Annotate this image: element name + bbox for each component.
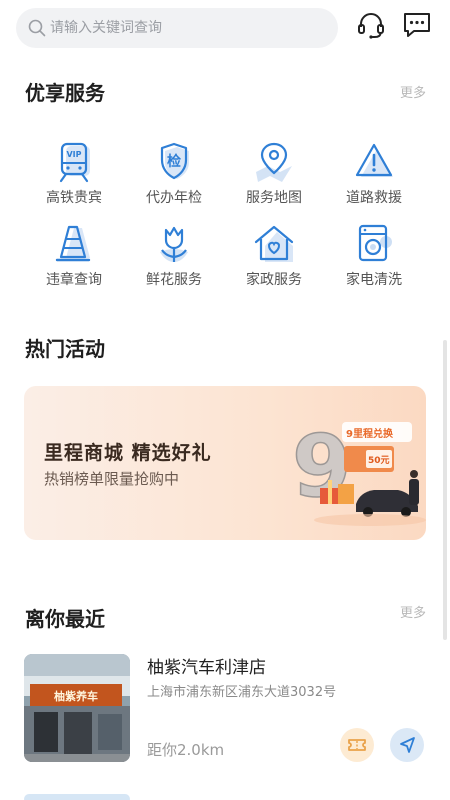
svg-text:检: 检 [167,153,181,170]
banner-coupon-text: 50元 [368,455,390,466]
coupon-button[interactable] [340,728,374,762]
nearby-more-link[interactable]: 更多 [400,605,426,623]
service-item-flowers[interactable]: 鲜花服务 [124,222,224,289]
message-icon[interactable] [402,10,432,40]
services-title: 优享服务 [25,81,105,105]
search-placeholder: 请输入关键词查询 [50,20,162,36]
flower-icon [160,226,188,262]
map-pin-icon [256,142,292,182]
service-label: 家政服务 [246,272,302,288]
banner-subtitle: 热销榜单限量抢购中 [44,470,180,488]
next-store-card-peek [24,794,130,800]
store-photo: 柚紫养车 [24,654,130,762]
service-item-train-vip[interactable]: VIP 高铁贵宾 [24,140,124,207]
scrollbar[interactable] [443,340,447,640]
store-name: 柚紫汽车利津店 [147,658,266,678]
warning-triangle-icon [355,143,393,177]
service-label: 服务地图 [246,190,302,206]
service-label: 代办年检 [146,190,202,206]
service-label: 道路救援 [346,190,402,206]
store-card[interactable]: 柚紫养车 柚紫汽车利津店 上海市浦东新区浦东大道3032号 距你2.0km [24,654,426,762]
service-item-map[interactable]: 服务地图 [224,140,324,207]
search-icon [28,19,46,37]
store-address: 上海市浦东新区浦东大道3032号 [147,685,337,700]
washing-machine-icon [358,224,392,262]
nearby-title: 离你最近 [25,607,105,631]
vip-train-icon: VIP [59,142,90,183]
top-bar: 请输入关键词查询 [0,0,450,60]
navigation-arrow-icon [400,737,415,753]
service-item-housekeeping[interactable]: 家政服务 [224,222,324,289]
service-item-road-rescue[interactable]: 道路救援 [324,140,424,207]
search-bar[interactable]: 请输入关键词查询 [16,8,338,48]
navigate-button[interactable] [390,728,424,762]
store-distance: 距你2.0km [147,741,225,759]
service-label: 高铁贵宾 [46,190,102,206]
traffic-cone-icon [55,225,91,262]
banner-title: 里程商城 精选好礼 [44,442,212,464]
ticket-icon [348,739,366,751]
banner-illustration: 9 9里程兑换 50元 [291,416,426,526]
home-heart-icon [254,225,294,262]
service-label: 违章查询 [46,272,102,288]
services-more-link[interactable]: 更多 [400,85,426,103]
service-item-appliance-cleaning[interactable]: 家电清洗 [324,222,424,289]
inspection-shield-icon: 检 [160,142,189,180]
svg-text:VIP: VIP [66,150,81,159]
banner-tag-text: 9里程兑换 [346,427,394,440]
promo-banner[interactable]: 里程商城 精选好礼 热销榜单限量抢购中 9 9里程兑换 50元 [24,386,426,540]
service-item-violation[interactable]: 违章查询 [24,222,124,289]
store-sign-text: 柚紫养车 [54,689,98,703]
service-item-inspection[interactable]: 检 代办年检 [124,140,224,207]
service-label: 鲜花服务 [146,272,202,288]
service-label: 家电清洗 [346,272,402,288]
activities-title: 热门活动 [25,337,105,361]
headset-icon[interactable] [356,10,386,40]
